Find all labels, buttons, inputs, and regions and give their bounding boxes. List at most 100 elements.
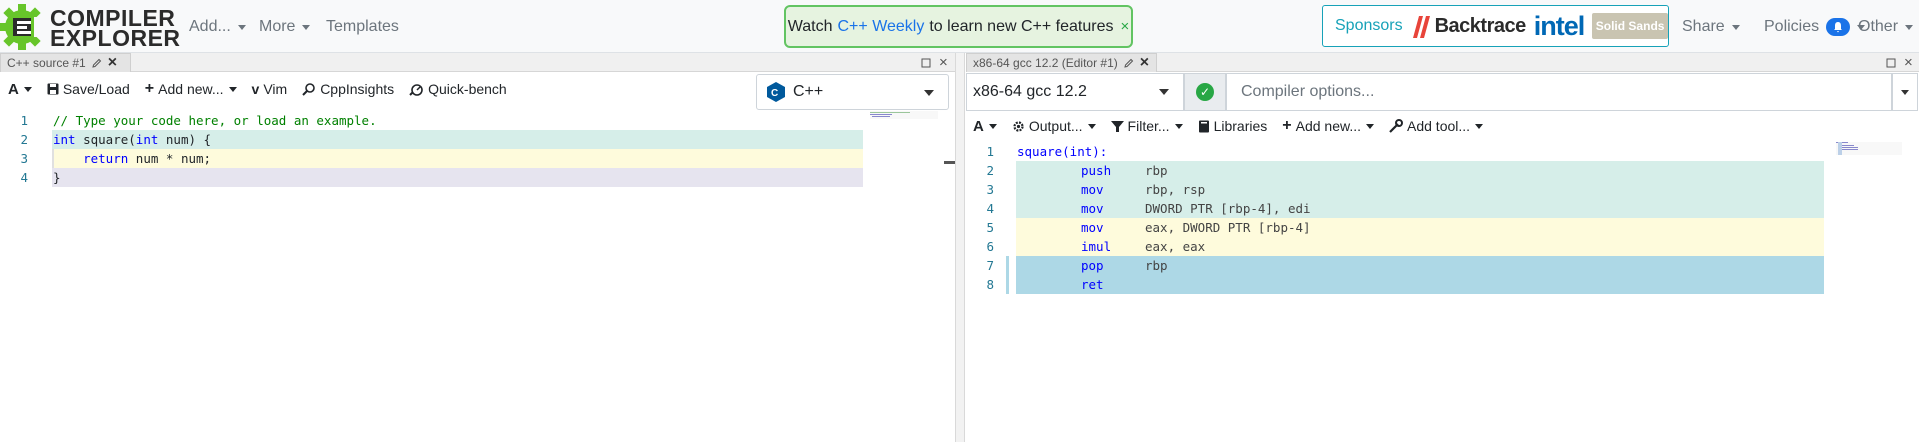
- close-pane-icon[interactable]: ×: [1904, 54, 1913, 71]
- announcement-link[interactable]: C++ Weekly: [838, 18, 925, 36]
- quickbench-label: Quick-bench: [428, 81, 507, 97]
- output-label: Output...: [1028, 118, 1083, 134]
- add-new-button[interactable]: + Add new...: [1282, 117, 1374, 135]
- assembly-minimap[interactable]: [1836, 142, 1902, 155]
- add-tool-button[interactable]: Add tool...: [1389, 118, 1484, 134]
- scrollbar-marker: [1838, 142, 1842, 155]
- line-number: 2: [986, 163, 994, 178]
- chevron-down-icon: [1366, 123, 1374, 129]
- sponsors-box[interactable]: Sponsors Backtrace intel Solid Sands: [1322, 5, 1669, 47]
- chevron-down-icon: [988, 123, 997, 129]
- line-number: 6: [986, 239, 994, 254]
- nav-share-menu[interactable]: Share: [1682, 18, 1740, 36]
- logo-gear-icon: [0, 4, 48, 50]
- wrench-icon: [1389, 119, 1403, 133]
- stopwatch-icon: [409, 84, 423, 96]
- backtrace-icon: [1412, 16, 1430, 38]
- line-highlight: [52, 168, 863, 187]
- libraries-button[interactable]: Libraries: [1198, 118, 1267, 134]
- pencil-icon[interactable]: [92, 58, 102, 68]
- close-icon[interactable]: ×: [1140, 55, 1149, 71]
- minimap-line: [870, 112, 910, 113]
- maximize-icon[interactable]: [921, 58, 931, 68]
- compiler-tab[interactable]: x86-64 gcc 12.2 (Editor #1) ×: [966, 53, 1157, 72]
- close-icon[interactable]: ×: [1120, 18, 1129, 35]
- compiler-toolbar: A Output... Filter... Libraries + Add ne…: [973, 117, 1484, 135]
- nav-other-menu[interactable]: Other: [1858, 18, 1914, 36]
- nav-templates-link[interactable]: Templates: [326, 18, 399, 36]
- nav-more-label: More: [259, 18, 296, 35]
- backtrace-logo[interactable]: Backtrace: [1411, 14, 1526, 38]
- line-number: 7: [986, 258, 994, 273]
- nav-more-menu[interactable]: More: [259, 18, 311, 36]
- code-line: int square(int num) {: [53, 132, 212, 147]
- line-number: 1: [986, 144, 994, 159]
- close-pane-icon[interactable]: ×: [939, 54, 948, 71]
- compiler-tabbar: x86-64 gcc 12.2 (Editor #1) × ×: [966, 53, 1919, 72]
- add-new-label: Add new...: [1295, 118, 1361, 134]
- asm-mnemonic: mov: [1081, 182, 1104, 197]
- nav-policies-menu[interactable]: Policies: [1764, 18, 1866, 36]
- asm-mnemonic: ret: [1081, 277, 1104, 292]
- source-editor[interactable]: 1 2 3 4 // Type your code here, or load …: [0, 111, 955, 442]
- compiler-select[interactable]: x86-64 gcc 12.2: [966, 73, 1184, 111]
- assembly-output[interactable]: 1 2 3 4 5 6 7 8 square(int): push rbp mo…: [966, 142, 1919, 442]
- nav-other-label: Other: [1858, 18, 1899, 35]
- chevron-down-icon: [1087, 123, 1096, 129]
- sponsors-label: Sponsors: [1335, 17, 1403, 34]
- output-button[interactable]: Output...: [1012, 118, 1096, 134]
- language-select[interactable]: C C++: [756, 74, 949, 110]
- maximize-icon[interactable]: [1886, 58, 1896, 68]
- font-size-button[interactable]: A: [973, 118, 997, 135]
- compile-status[interactable]: ✓: [1184, 73, 1226, 111]
- asm-mnemonic: mov: [1081, 201, 1104, 216]
- compiler-options-dropdown[interactable]: [1892, 73, 1918, 111]
- compiler-label: x86-64 gcc 12.2: [973, 83, 1087, 100]
- asm-operands: eax, eax: [1145, 239, 1206, 254]
- cppinsights-button[interactable]: CppInsights: [302, 81, 394, 97]
- chevron-down-icon: [924, 90, 934, 96]
- checkmark-icon: ✓: [1196, 83, 1214, 101]
- floppy-disk-icon: [47, 83, 59, 95]
- compiler-window-controls: ×: [1886, 53, 1913, 72]
- gear-icon: [1013, 120, 1024, 132]
- minimap-line: [1840, 149, 1858, 150]
- asm-label: square(int):: [1017, 144, 1108, 159]
- minimap-line: [1840, 147, 1858, 148]
- quickbench-button[interactable]: Quick-bench: [409, 81, 507, 97]
- chevron-down-icon: [1905, 24, 1914, 30]
- announcement-banner: Watch C++ Weekly to learn new C++ featur…: [784, 5, 1133, 48]
- chevron-down-icon: [302, 24, 311, 30]
- font-size-button[interactable]: A: [8, 81, 32, 98]
- compiler-options-input[interactable]: [1226, 73, 1892, 111]
- asm-mnemonic: mov: [1081, 220, 1104, 235]
- save-load-label: Save/Load: [62, 81, 130, 97]
- compiler-explorer-logo[interactable]: COMPILER EXPLORER: [0, 2, 180, 52]
- solid-sands-logo[interactable]: Solid Sands: [1592, 13, 1668, 39]
- bell-icon: [1834, 22, 1843, 33]
- line-number: 8: [986, 277, 994, 292]
- source-tab[interactable]: C++ source #1 ×: [0, 53, 131, 72]
- source-minimap[interactable]: [870, 111, 938, 119]
- book-icon: [1198, 120, 1209, 132]
- vim-button[interactable]: v Vim: [252, 81, 288, 97]
- filter-label: Filter...: [1127, 118, 1170, 134]
- logo-text-line2: EXPLORER: [50, 25, 181, 51]
- intel-logo[interactable]: intel: [1534, 11, 1586, 42]
- line-number: 1: [20, 113, 28, 128]
- scrollbar-marker: [944, 161, 955, 164]
- asm-mnemonic: pop: [1081, 258, 1104, 273]
- line-marker: [1006, 256, 1009, 294]
- add-new-button[interactable]: + Add new...: [145, 80, 237, 98]
- code-line: }: [53, 170, 61, 185]
- close-icon[interactable]: ×: [108, 55, 117, 71]
- save-load-button[interactable]: Save/Load: [47, 81, 130, 97]
- pane-splitter[interactable]: [955, 53, 965, 442]
- pencil-icon[interactable]: [1124, 58, 1134, 68]
- asm-operands: rbp, rsp: [1145, 182, 1206, 197]
- asm-operands: eax, DWORD PTR [rbp-4]: [1145, 220, 1311, 235]
- line-highlight: [1016, 218, 1824, 256]
- nav-add-menu[interactable]: Add...: [189, 18, 246, 36]
- filter-button[interactable]: Filter...: [1110, 118, 1183, 134]
- chevron-down-icon: [1731, 24, 1740, 30]
